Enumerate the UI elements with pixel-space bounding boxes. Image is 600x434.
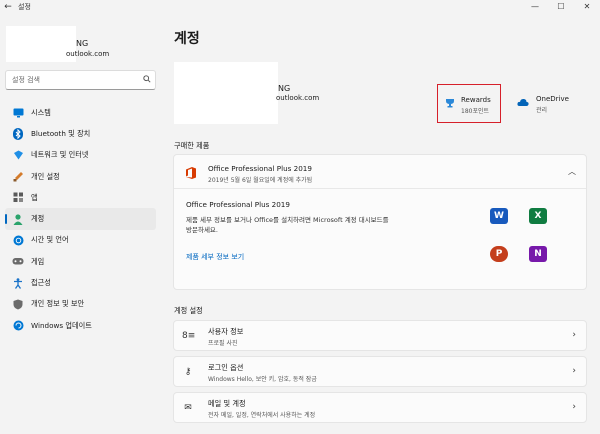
rewards-tile[interactable]: Rewards 180포인트 [437, 84, 501, 123]
accessibility-icon [12, 277, 24, 289]
sidebar-item-accounts[interactable]: 계정 [5, 208, 156, 230]
mail-icon: ✉ [184, 403, 192, 413]
network-icon [12, 149, 24, 161]
chevron-up-icon[interactable]: ︿ [568, 166, 576, 177]
onedrive-cloud-icon [517, 98, 529, 106]
word-icon: W [490, 208, 508, 224]
powerpoint-icon: P [490, 246, 508, 262]
settings-row-your-info[interactable]: 8≡ 사용자 정보 프로필 사진 › [173, 320, 587, 351]
sidebar-item-network[interactable]: 네트워크 및 인터넷 [5, 145, 156, 166]
settings-row-sign-in-options[interactable]: ⚷ 로그인 옵션 Windows Hello, 보안 키, 암호, 동적 잠금 … [173, 356, 587, 387]
person-icon [12, 213, 24, 225]
title-bar: ← 설정 [0, 0, 600, 14]
shield-icon [12, 298, 24, 310]
sidebar: NG outlook.com 설정 검색 시스템 Bluetooth 및 장치 … [0, 14, 160, 434]
settings-row-title: 사용자 정보 [208, 327, 244, 336]
search-icon[interactable] [139, 75, 155, 85]
settings-row-subtitle: 전자 메일, 일정, 연락처에서 사용하는 계정 [208, 412, 316, 419]
sidebar-item-label: 네트워크 및 인터넷 [31, 150, 89, 160]
user-info-icon: 8≡ [182, 331, 196, 341]
apps-icon [12, 192, 24, 204]
sidebar-item-gaming[interactable]: 게임 [5, 251, 156, 272]
chevron-right-icon: › [572, 330, 576, 340]
chevron-right-icon: › [572, 402, 576, 412]
office-product-title: Office Professional Plus 2019 [208, 164, 312, 173]
sidebar-item-privacy[interactable]: 개인 정보 및 보안 [5, 294, 156, 315]
sidebar-item-system[interactable]: 시스템 [5, 102, 156, 123]
view-product-details-link[interactable]: 제품 세부 정보 보기 [186, 252, 244, 262]
sidebar-item-time-language[interactable]: 시간 및 언어 [5, 230, 156, 251]
search-box[interactable]: 설정 검색 [5, 70, 156, 90]
gamepad-icon [12, 256, 24, 268]
profile-email: outlook.com [66, 50, 110, 58]
excel-icon: X [529, 208, 547, 224]
bluetooth-icon [12, 127, 24, 140]
redacted-area [174, 62, 278, 124]
globe-clock-icon [12, 234, 24, 246]
rewards-points: 180포인트 [461, 108, 490, 115]
rewards-title: Rewards [461, 96, 491, 104]
sidebar-item-label: 계정 [31, 214, 45, 224]
minimize-button[interactable]: — [522, 0, 548, 14]
sidebar-item-accessibility[interactable]: 접근성 [5, 272, 156, 293]
office-product-header[interactable]: Office Professional Plus 2019 2019년 5월 6… [174, 155, 586, 189]
sidebar-item-label: 앱 [31, 192, 38, 202]
onedrive-title: OneDrive [536, 95, 569, 103]
sidebar-item-label: 개인 설정 [31, 171, 60, 181]
sidebar-item-personalization[interactable]: 개인 설정 [5, 166, 156, 187]
account-email: outlook.com [276, 94, 320, 102]
office-logo-icon [186, 167, 196, 179]
window-controls: — ☐ ✕ [522, 0, 600, 14]
section-purchased-products: 구매한 제품 [174, 141, 210, 150]
sidebar-item-apps[interactable]: 앱 [5, 187, 156, 208]
sidebar-item-label: 게임 [31, 256, 45, 266]
office-product-added-date: 2019년 5월 6일 월요일에 계정에 추가됨 [208, 177, 313, 184]
sidebar-item-windows-update[interactable]: Windows 업데이트 [5, 315, 156, 336]
sidebar-item-label: Bluetooth 및 장치 [31, 128, 91, 138]
sidebar-nav: 시스템 Bluetooth 및 장치 네트워크 및 인터넷 개인 설정 앱 계정… [5, 102, 156, 336]
monitor-icon [12, 107, 24, 119]
search-input[interactable]: 설정 검색 [12, 75, 139, 85]
sidebar-item-bluetooth[interactable]: Bluetooth 및 장치 [5, 123, 156, 144]
section-account-settings: 계정 설정 [174, 306, 203, 315]
settings-row-email-accounts[interactable]: ✉ 메일 및 계정 전자 메일, 일정, 연락처에서 사용하는 계정 › [173, 392, 587, 423]
maximize-button[interactable]: ☐ [548, 0, 574, 14]
office-product-details: Office Professional Plus 2019 제품 세부 정보를 … [174, 189, 586, 289]
rewards-trophy-icon [445, 98, 455, 108]
office-product-name: Office Professional Plus 2019 [186, 200, 290, 209]
settings-row-title: 로그인 옵션 [208, 363, 244, 372]
onedrive-manage: 관리 [536, 107, 548, 114]
main-content: 계정 NG outlook.com Rewards 180포인트 OneDriv… [160, 14, 600, 434]
profile-name: NG [76, 39, 89, 48]
office-product-description: 제품 세부 정보를 보거나 Office를 설치하려면 Microsoft 계정… [186, 216, 389, 234]
brush-icon [12, 171, 24, 183]
settings-row-title: 메일 및 계정 [208, 399, 246, 408]
key-icon: ⚷ [184, 367, 192, 377]
back-arrow-icon[interactable]: ← [0, 2, 16, 12]
close-button[interactable]: ✕ [574, 0, 600, 14]
onedrive-tile[interactable]: OneDrive 관리 [516, 84, 596, 123]
account-name: NG [278, 84, 291, 93]
sidebar-item-label: 개인 정보 및 보안 [31, 299, 85, 309]
chevron-right-icon: › [572, 366, 576, 376]
sidebar-profile[interactable]: NG outlook.com [6, 26, 156, 66]
settings-row-subtitle: 프로필 사진 [208, 340, 238, 347]
page-title: 계정 [174, 31, 200, 47]
windows-update-icon [12, 320, 24, 332]
sidebar-item-label: 접근성 [31, 278, 51, 288]
sidebar-item-label: Windows 업데이트 [31, 320, 92, 330]
onenote-icon: N [529, 246, 547, 262]
window-title: 설정 [18, 3, 31, 11]
office-product-card: Office Professional Plus 2019 2019년 5월 6… [173, 154, 587, 290]
sidebar-item-label: 시스템 [31, 107, 51, 117]
settings-row-subtitle: Windows Hello, 보안 키, 암호, 동적 잠금 [208, 376, 317, 383]
sidebar-item-label: 시간 및 언어 [31, 235, 69, 245]
